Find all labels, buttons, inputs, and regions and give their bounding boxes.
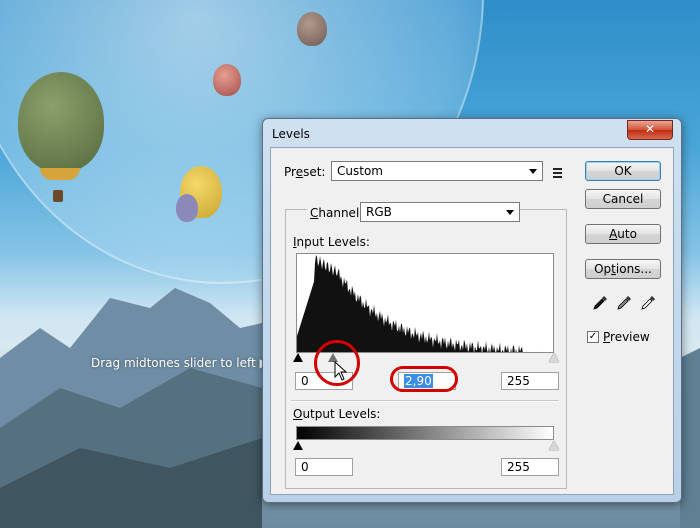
white-eyedropper-icon[interactable]	[639, 294, 657, 312]
input-highlight-field[interactable]: 255	[501, 372, 559, 390]
balloon-small-red-illustration	[213, 64, 241, 96]
ok-button[interactable]: OK	[585, 161, 661, 181]
section-divider	[291, 400, 559, 402]
gray-eyedropper-icon[interactable]	[615, 294, 633, 312]
output-min-value: 0	[301, 460, 309, 474]
preview-label: Preview	[603, 330, 650, 344]
cancel-button-label: Cancel	[602, 192, 644, 206]
channel-value: RGB	[366, 205, 392, 219]
input-shadow-value: 0	[301, 374, 309, 388]
histogram-shape	[297, 255, 550, 352]
balloon-large-illustration	[18, 72, 104, 172]
balloon-small-top-illustration	[297, 12, 327, 46]
auto-button[interactable]: Auto	[585, 224, 661, 244]
preset-label: Preset:	[284, 165, 326, 179]
channel-label: Channel:	[307, 206, 367, 220]
output-min-field[interactable]: 0	[295, 458, 353, 476]
preview-checkbox[interactable]: ✓	[587, 331, 599, 343]
cancel-button[interactable]: Cancel	[585, 189, 661, 209]
balloon-stripe-illustration	[40, 168, 80, 180]
chevron-down-icon	[506, 210, 514, 215]
balloon-basket-illustration	[53, 190, 63, 202]
shadow-slider-handle[interactable]	[293, 353, 303, 362]
options-button[interactable]: Options...	[585, 259, 661, 279]
drag-hint-annotation: Drag midtones slider to left ▶	[91, 356, 269, 370]
preset-select[interactable]: Custom	[331, 161, 543, 181]
output-white-slider-handle[interactable]	[549, 441, 559, 450]
levels-dialog: Levels ✕ Preset: Custom Channel: RGB Inp…	[262, 118, 682, 503]
mouse-cursor-icon	[334, 361, 348, 381]
chevron-down-icon	[529, 169, 537, 174]
output-max-field[interactable]: 255	[501, 458, 559, 476]
window-title: Levels	[272, 127, 310, 141]
checkmark-icon: ✓	[588, 331, 598, 342]
highlight-slider-handle[interactable]	[549, 353, 559, 362]
balloon-purple-illustration	[176, 194, 198, 222]
midtone-value-highlight-oval	[390, 366, 458, 392]
close-icon: ✕	[644, 122, 656, 136]
black-eyedropper-icon[interactable]	[591, 294, 609, 312]
dialog-client-area: Preset: Custom Channel: RGB Input Levels…	[270, 147, 674, 495]
ok-button-label: OK	[614, 164, 632, 178]
output-gradient-bar	[296, 426, 554, 440]
histogram-graph	[297, 255, 550, 352]
channel-select[interactable]: RGB	[360, 202, 520, 222]
close-button[interactable]: ✕	[627, 120, 673, 140]
input-highlight-value: 255	[507, 374, 530, 388]
output-levels-label: Output Levels:	[293, 407, 381, 421]
preset-value: Custom	[337, 164, 383, 178]
input-levels-label: Input Levels:	[293, 235, 370, 249]
preset-options-menu-icon[interactable]	[553, 168, 565, 178]
output-max-value: 255	[507, 460, 530, 474]
histogram	[296, 253, 554, 353]
output-black-slider-handle[interactable]	[293, 441, 303, 450]
